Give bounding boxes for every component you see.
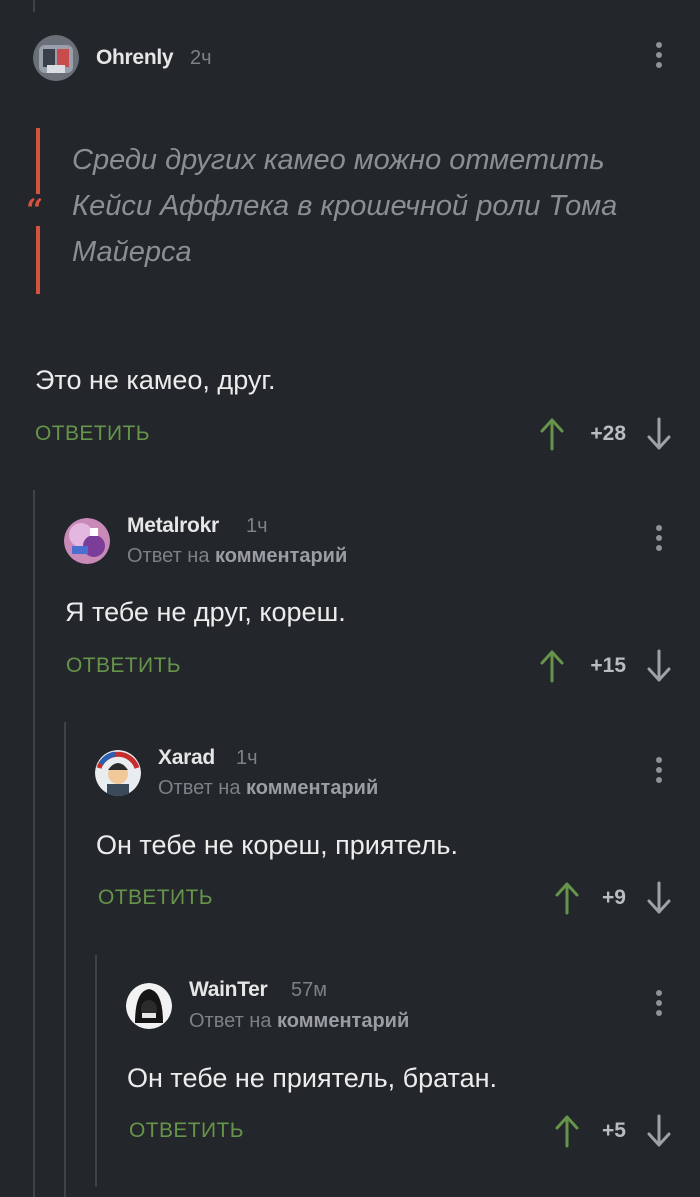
- reply-to-prefix: Ответ на: [189, 1010, 272, 1032]
- avatar[interactable]: [126, 983, 172, 1029]
- arrow-down-icon[interactable]: [646, 1114, 672, 1148]
- reply-button[interactable]: ОТВЕТИТЬ: [129, 1119, 244, 1143]
- comment-time: 57м: [291, 979, 327, 1001]
- comment-wainter: WainTer 57м Ответ на комментарий Он тебе…: [0, 0, 700, 1197]
- menu-dots-icon[interactable]: [654, 990, 664, 1022]
- reply-to-label: Ответ на комментарий: [189, 1010, 409, 1033]
- reply-to-link[interactable]: комментарий: [277, 1010, 409, 1032]
- author-name[interactable]: WainTer: [189, 978, 268, 1002]
- vote-score: +5: [602, 1119, 626, 1142]
- comment-text: Он тебе не приятель, братан.: [127, 1063, 498, 1093]
